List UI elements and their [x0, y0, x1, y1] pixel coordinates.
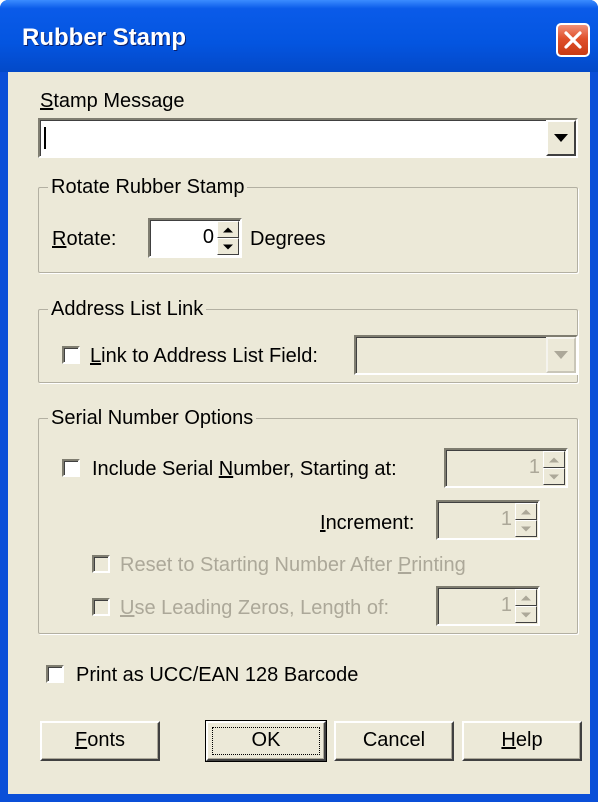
arrow-up-icon: [521, 509, 531, 514]
leading-zeros-label[interactable]: Use Leading Zeros, Length of:: [120, 596, 389, 620]
length-spin-up[interactable]: [515, 589, 537, 606]
increment-spin-down[interactable]: [515, 520, 537, 537]
title-bar[interactable]: Rubber Stamp: [0, 0, 598, 72]
link-address-checkbox[interactable]: [62, 346, 80, 364]
length-value: 1: [500, 594, 512, 616]
chevron-down-icon: [554, 351, 568, 359]
arrow-down-icon: [521, 526, 531, 531]
rotate-spin-up[interactable]: [217, 221, 239, 238]
starting-at-spinner[interactable]: 1: [444, 448, 568, 488]
include-serial-label[interactable]: Include Serial Number, Starting at:: [92, 457, 397, 481]
fonts-button[interactable]: Fonts: [40, 721, 160, 761]
increment-spin-up[interactable]: [515, 503, 537, 520]
ok-button[interactable]: OK: [205, 720, 327, 762]
ucc-barcode-label[interactable]: Print as UCC/EAN 128 Barcode: [76, 663, 358, 687]
degrees-label: Degrees: [250, 228, 326, 250]
stamp-message-label: Stamp Message: [40, 90, 185, 112]
ucc-barcode-checkbox[interactable]: [46, 665, 64, 683]
starting-at-spin-up[interactable]: [543, 451, 565, 468]
increment-label: Increment:: [320, 512, 415, 534]
text-caret: [44, 127, 46, 149]
arrow-down-icon: [549, 474, 559, 479]
rotate-value: 0: [202, 226, 214, 248]
serial-number-group-legend: Serial Number Options: [48, 406, 257, 430]
length-spinner[interactable]: 1: [436, 586, 540, 626]
increment-spinner[interactable]: 1: [436, 500, 540, 540]
chevron-down-icon: [554, 134, 568, 142]
include-serial-checkbox[interactable]: [62, 459, 80, 477]
stamp-message-dropdown-button[interactable]: [546, 120, 576, 156]
arrow-down-icon: [521, 612, 531, 617]
stamp-message-combobox[interactable]: [38, 118, 578, 158]
starting-at-spinner-buttons: [543, 451, 565, 485]
rotate-spinner[interactable]: 0: [148, 218, 242, 258]
increment-value: 1: [500, 508, 512, 530]
address-list-group-legend: Address List Link: [48, 297, 207, 321]
link-address-label[interactable]: Link to Address List Field:: [90, 344, 318, 368]
dialog-window: Rubber Stamp Stamp Message Rotate Rubber…: [0, 0, 598, 802]
reset-number-label[interactable]: Reset to Starting Number After Printing: [120, 553, 466, 577]
window-title: Rubber Stamp: [22, 24, 187, 51]
length-spinner-buttons: [515, 589, 537, 623]
arrow-up-icon: [549, 457, 559, 462]
dialog-client: Stamp Message Rotate Rubber Stamp Rotate…: [8, 72, 590, 794]
address-field-combobox[interactable]: [354, 335, 578, 375]
arrow-down-icon: [223, 244, 233, 249]
increment-spinner-buttons: [515, 503, 537, 537]
address-field-dropdown-button[interactable]: [546, 337, 576, 373]
rotate-label: Rotate:: [52, 228, 117, 250]
close-button[interactable]: [556, 23, 590, 57]
starting-at-spin-down[interactable]: [543, 468, 565, 485]
rotate-group-legend: Rotate Rubber Stamp: [48, 175, 248, 199]
rotate-spin-down[interactable]: [217, 238, 239, 255]
cancel-button[interactable]: Cancel: [334, 721, 454, 761]
close-icon: [564, 31, 582, 49]
starting-at-value: 1: [528, 456, 540, 478]
reset-number-checkbox[interactable]: [92, 555, 110, 573]
help-button[interactable]: Help: [462, 721, 582, 761]
length-spin-down[interactable]: [515, 606, 537, 623]
arrow-up-icon: [521, 595, 531, 600]
leading-zeros-checkbox[interactable]: [92, 598, 110, 616]
arrow-up-icon: [223, 227, 233, 232]
rotate-spinner-buttons: [217, 221, 239, 255]
